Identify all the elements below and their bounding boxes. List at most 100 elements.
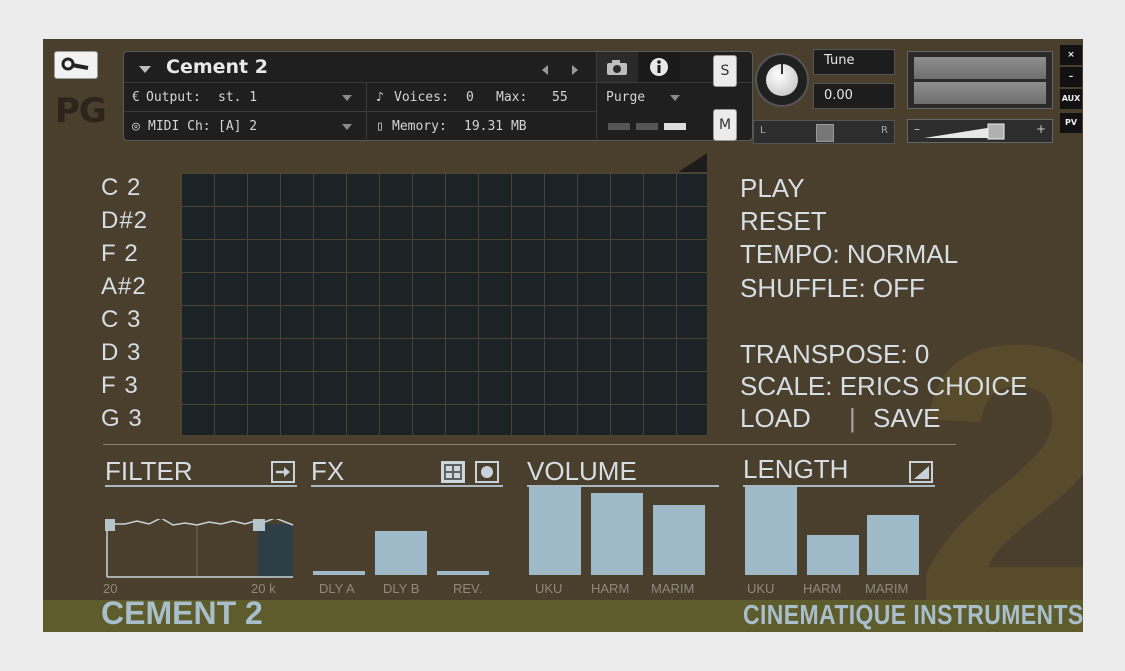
filter-title: FILTER: [105, 456, 193, 487]
note-row-label: D#2: [101, 207, 148, 235]
camera-icon: [606, 60, 628, 76]
volume-uku-bar[interactable]: [529, 487, 581, 575]
max-voices-label: Max:: [496, 90, 527, 105]
aux-button[interactable]: AUX: [1060, 89, 1082, 109]
ramp-icon: [911, 463, 931, 481]
volume-harm-bar[interactable]: [591, 493, 643, 575]
volume-plus-label: +: [1036, 122, 1046, 136]
meter-segment: [664, 123, 686, 130]
previous-instrument-icon[interactable]: [540, 64, 550, 76]
note-row-label: A#2: [101, 273, 147, 301]
midi-dropdown-icon[interactable]: [342, 124, 352, 131]
footer-title: CEMENT 2: [101, 595, 263, 632]
pv-button[interactable]: PV: [1060, 113, 1082, 133]
pg-logo: PG: [55, 91, 106, 131]
record-icon: [477, 463, 497, 481]
fx-rev-bar[interactable]: [437, 571, 489, 575]
note-row-label: C 2: [101, 174, 141, 202]
memory-icon: ▯: [376, 119, 384, 134]
volume-marim-bar[interactable]: [653, 505, 705, 575]
volume-minus-label: –: [914, 122, 920, 136]
fx-dly-b-bar[interactable]: [375, 531, 427, 575]
output-dropdown-icon[interactable]: [342, 95, 352, 102]
volume-slider[interactable]: – +: [907, 119, 1053, 143]
fx-dly-a-bar[interactable]: [313, 571, 365, 575]
fx-label: DLY B: [383, 581, 419, 596]
tune-value[interactable]: 0.00: [813, 83, 895, 109]
pan-right-label: R: [881, 125, 888, 136]
voices-value: 0: [466, 90, 474, 105]
solo-button[interactable]: S: [713, 55, 737, 87]
minimize-button[interactable]: –: [1060, 67, 1082, 87]
pan-slider[interactable]: L R: [753, 120, 895, 144]
fx-record-button[interactable]: [475, 461, 499, 483]
next-instrument-icon[interactable]: [570, 64, 580, 76]
info-button[interactable]: [638, 52, 680, 82]
save-button[interactable]: SAVE: [873, 403, 940, 434]
midi-icon: ◎: [132, 119, 140, 134]
snapshot-button[interactable]: [596, 52, 638, 82]
filter-min-label: 20: [103, 581, 117, 596]
transpose-control[interactable]: TRANSPOSE: 0: [740, 339, 929, 370]
note-row-label: F 2: [101, 240, 139, 268]
filter-curve[interactable]: [105, 519, 293, 577]
shuffle-toggle[interactable]: SHUFFLE: OFF: [740, 273, 925, 304]
mute-button[interactable]: M: [713, 109, 737, 141]
volume-label: MARIM: [651, 581, 694, 596]
filter-type-button[interactable]: [271, 461, 295, 483]
volume-label: HARM: [591, 581, 629, 596]
volume-label: UKU: [535, 581, 562, 596]
dropdown-arrow-icon[interactable]: [138, 64, 152, 74]
close-button[interactable]: ×: [1060, 45, 1082, 65]
max-voices-value[interactable]: 55: [552, 90, 568, 105]
fx-label: REV.: [453, 581, 482, 596]
meter-segment: [636, 123, 658, 130]
length-label: UKU: [747, 581, 774, 596]
voices-icon: ♪: [376, 90, 384, 105]
grid-icon: [442, 462, 464, 482]
length-label: MARIM: [865, 581, 908, 596]
tempo-selector[interactable]: TEMPO: NORMAL: [740, 239, 958, 270]
tune-label: Tune: [813, 49, 895, 75]
fx-label: DLY A: [319, 581, 355, 596]
output-value[interactable]: st. 1: [218, 90, 257, 105]
midi-channel-value[interactable]: [A] 2: [218, 119, 257, 134]
arrow-right-icon: [273, 463, 293, 481]
brand-name: CINEMATIQUE INSTRUMENTS: [743, 599, 1083, 631]
instrument-name[interactable]: Cement 2: [166, 56, 268, 78]
instrument-header: Cement 2 € Output: st. 1: [123, 51, 753, 141]
length-mode-button[interactable]: [909, 461, 933, 483]
pan-left-label: L: [760, 125, 766, 136]
instrument-window: 2 PG Cement 2: [43, 39, 1083, 632]
length-uku-bar[interactable]: [745, 487, 797, 575]
output-icon: €: [132, 90, 140, 105]
fx-settings-button[interactable]: [441, 461, 465, 483]
scale-selector[interactable]: SCALE: ERICS CHOICE: [740, 371, 1028, 402]
fx-title: FX: [311, 456, 344, 487]
purge-label[interactable]: Purge: [606, 90, 645, 105]
wrench-icon: [55, 52, 97, 78]
filter-response-graph: [105, 519, 295, 579]
load-button[interactable]: LOAD: [740, 403, 811, 434]
output-label: Output:: [146, 90, 201, 105]
meter-segment: [608, 123, 630, 130]
reset-button[interactable]: RESET: [740, 206, 827, 237]
load-save-separator: |: [849, 403, 856, 434]
note-row-label: D 3: [101, 339, 141, 367]
wrench-button[interactable]: [54, 51, 98, 79]
note-row-label: G 3: [101, 405, 143, 433]
voices-label: Voices:: [394, 90, 449, 105]
purge-dropdown-icon[interactable]: [670, 95, 680, 102]
step-sequencer-grid[interactable]: [180, 172, 708, 436]
note-row-label: F 3: [101, 372, 139, 400]
tune-knob[interactable]: [755, 53, 809, 107]
volume-title: VOLUME: [527, 456, 637, 487]
pan-handle[interactable]: [816, 124, 834, 142]
note-row-label: C 3: [101, 306, 141, 334]
info-icon: [649, 57, 669, 77]
length-harm-bar[interactable]: [807, 535, 859, 575]
level-meter: [907, 51, 1053, 109]
memory-value: 19.31 MB: [464, 119, 527, 134]
length-marim-bar[interactable]: [867, 515, 919, 575]
play-button[interactable]: PLAY: [740, 173, 805, 204]
